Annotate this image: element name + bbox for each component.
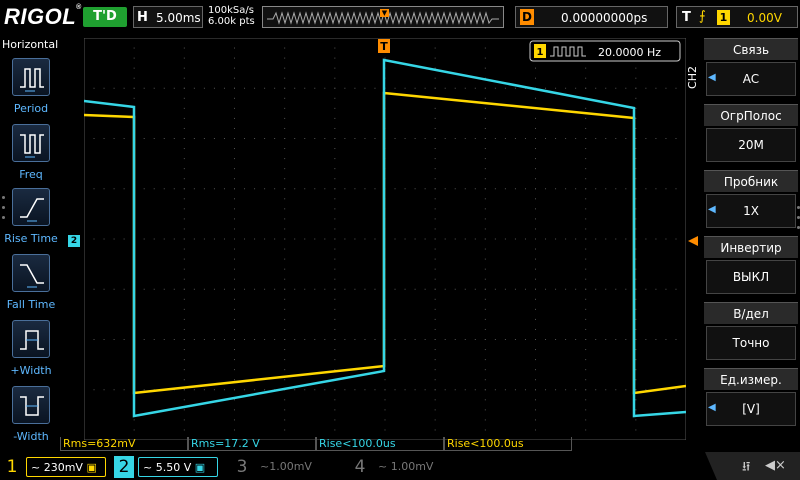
menu-item-rise-time[interactable]: Rise Time xyxy=(0,188,62,252)
menu-item-label: В/дел xyxy=(704,302,798,324)
bandwidth-limit-icon: ▣ xyxy=(86,461,97,474)
sample-rate: 100kSa/s xyxy=(208,5,254,16)
ch2-offset-marker[interactable]: 2 xyxy=(68,235,80,247)
chevron-left-icon: ◀ xyxy=(708,204,716,215)
timebase-value: 5.00ms xyxy=(156,11,201,25)
trigger-source: 1 xyxy=(717,10,730,25)
menu-item-minus-width[interactable]: -Width xyxy=(0,386,62,450)
channel-number: 3 xyxy=(236,457,248,477)
trigger-level: 0.00V xyxy=(747,11,782,25)
menu-item-label: ОгрПолос xyxy=(704,104,798,126)
freq-icon xyxy=(12,124,50,162)
menu-item-value: Точно xyxy=(706,326,796,360)
menu-item-value: [V] xyxy=(706,392,796,426)
trigger-box[interactable]: T ⨍ 1 0.00V xyxy=(676,6,798,28)
menu-item-value: ВЫКЛ xyxy=(706,260,796,294)
menu-item-label: +Width xyxy=(10,364,52,377)
menu-item-fall-time[interactable]: Fall Time xyxy=(0,254,62,318)
menu-coupling[interactable]: Связь AC ◀ xyxy=(704,38,798,98)
menu-item-freq[interactable]: Freq xyxy=(0,124,62,188)
trigger-status-badge: T'D xyxy=(83,7,127,27)
trigger-position-marker[interactable]: T xyxy=(378,39,390,53)
menu-item-label: Пробник xyxy=(704,170,798,192)
trigger-level-marker[interactable] xyxy=(688,236,698,246)
speaker-muted-icon[interactable]: ◀× xyxy=(765,458,786,473)
delay-box[interactable]: D 0.00000000ps xyxy=(515,6,668,28)
acquisition-info: 100kSa/s 6.00k pts xyxy=(208,5,255,27)
measurement-item[interactable]: Rms=17.2 V xyxy=(188,437,316,451)
menu-units[interactable]: Ед.измер. [V] ◀ xyxy=(704,368,798,428)
channel-scale-box: ~ 230mV ▣ xyxy=(26,457,106,477)
channel-menu: CH2 Связь AC ◀ ОгрПолос 20M Пробник 1X ◀… xyxy=(686,36,800,436)
channel-number: 2 xyxy=(114,456,134,478)
menu-item-label: Fall Time xyxy=(6,298,56,311)
menu-item-label: Rise Time xyxy=(4,232,58,245)
menu-item-value: 1X xyxy=(706,194,796,228)
channel-tag: CH2 xyxy=(686,66,699,89)
minus-width-icon xyxy=(12,386,50,424)
menu-volts-div[interactable]: В/дел Точно xyxy=(704,302,798,362)
timebase-box[interactable]: H 5.00ms xyxy=(133,6,203,28)
measurement-item[interactable]: Rise<100.0us xyxy=(316,437,444,451)
menu-item-label: Инвертир xyxy=(704,236,798,258)
horizontal-menu: Horizontal Period Freq Rise Time Fall Ti… xyxy=(0,36,62,452)
brand-logo: RIGOL® xyxy=(4,4,82,29)
delay-key: D xyxy=(520,9,534,25)
channel-number: 1 xyxy=(6,457,18,477)
menu-item-label: Freq xyxy=(19,168,43,181)
fall-time-icon xyxy=(12,254,50,292)
chevron-left-icon: ◀ xyxy=(708,72,716,83)
channel-number: 4 xyxy=(354,457,366,477)
menu-probe[interactable]: Пробник 1X ◀ xyxy=(704,170,798,230)
menu-item-value: 20M xyxy=(706,128,796,162)
bandwidth-limit-icon: ▣ xyxy=(194,461,206,474)
channel-scale-box: ~ 1.00mV xyxy=(378,460,434,473)
measurement-bar: Rms=632mV Rms=17.2 V Rise<100.0us Rise<1… xyxy=(60,436,580,452)
menu-item-label: Period xyxy=(13,102,49,115)
menu-item-label: -Width xyxy=(13,430,49,443)
status-bar: RIGOL® T'D H 5.00ms 100kSa/s 6.00k pts ▼… xyxy=(0,0,800,36)
menu-item-period[interactable]: Period xyxy=(0,58,62,122)
overview-trigger-marker: ▼ xyxy=(380,9,389,17)
channel-bar: 1 ~ 230mV ▣ 2 ~ 5.50 V ▣ 3 ~1.00mV 4 ~ 1… xyxy=(0,452,800,480)
memory-depth: 6.00k pts xyxy=(208,16,255,27)
plus-width-icon xyxy=(12,320,50,358)
frequency-counter: 1 20.0000 Hz xyxy=(529,40,681,62)
channel-scale-box: ~ 5.50 V ▣ xyxy=(138,457,218,477)
menu-item-label: Связь xyxy=(704,38,798,60)
delay-value: 0.00000000ps xyxy=(561,11,648,25)
freq-counter-channel: 1 xyxy=(537,47,544,58)
trigger-marker-label: T xyxy=(380,40,388,53)
measurement-item[interactable]: Rise<100.0us xyxy=(444,437,572,451)
waveform-display[interactable]: T 1 20.0000 Hz xyxy=(84,38,686,440)
menu-bandwidth-limit[interactable]: ОгрПолос 20M xyxy=(704,104,798,164)
menu-item-plus-width[interactable]: +Width xyxy=(0,320,62,384)
channel-scale-box: ~1.00mV xyxy=(260,460,312,473)
trigger-key: T xyxy=(682,10,691,25)
usb-icon: ⭿ xyxy=(742,460,751,475)
menu-item-value: AC xyxy=(706,62,796,96)
timebase-key: H xyxy=(137,10,148,25)
freq-counter-value: 20.0000 Hz xyxy=(598,46,661,59)
rising-edge-icon: ⨍ xyxy=(699,9,706,24)
rise-time-icon xyxy=(12,188,50,226)
memory-overview[interactable]: ▼ xyxy=(262,6,504,28)
menu-invert[interactable]: Инвертир ВЫКЛ xyxy=(704,236,798,296)
period-icon xyxy=(12,58,50,96)
menu-title: Horizontal xyxy=(2,38,59,51)
chevron-left-icon: ◀ xyxy=(708,402,716,413)
menu-item-label: Ед.измер. xyxy=(704,368,798,390)
measurement-item[interactable]: Rms=632mV xyxy=(60,437,188,451)
